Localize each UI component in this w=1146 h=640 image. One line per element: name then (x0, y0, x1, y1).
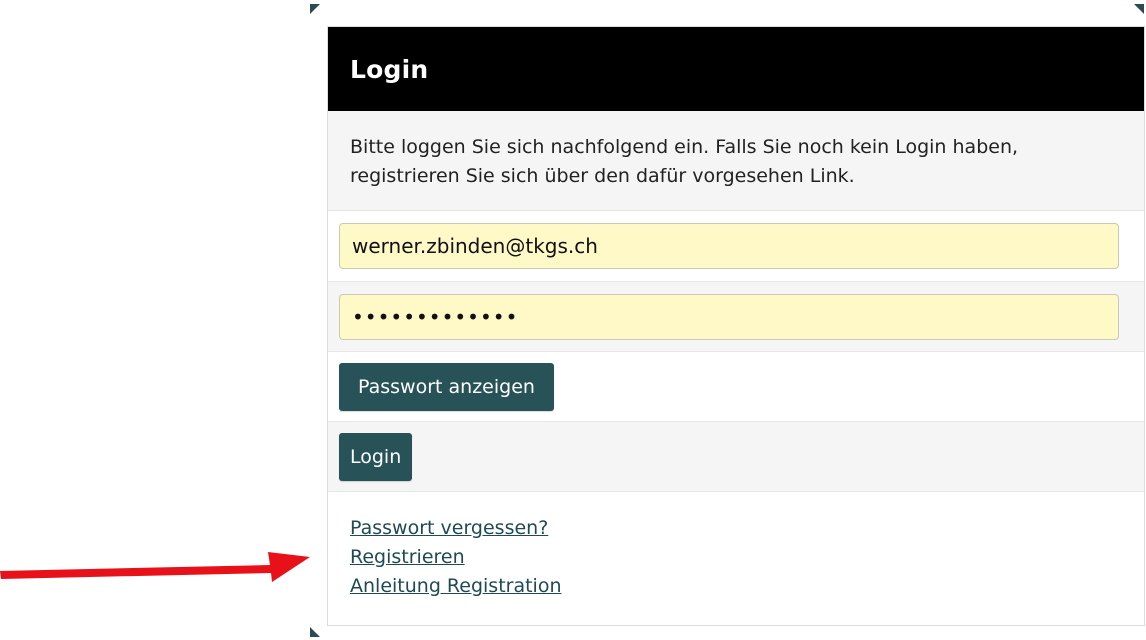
link-list: Passwort vergessen? Registrieren Anleitu… (328, 492, 1144, 623)
page: Login Bitte loggen Sie sich nachfolgend … (0, 0, 1146, 640)
corner-artifact (1134, 4, 1144, 14)
show-password-row: Passwort anzeigen (328, 352, 1144, 422)
login-button[interactable]: Login (339, 433, 413, 481)
registration-guide-link[interactable]: Anleitung Registration (350, 572, 562, 601)
login-panel: Login Bitte loggen Sie sich nachfolgend … (327, 26, 1145, 626)
login-button-row: Login (328, 422, 1144, 492)
password-field[interactable] (339, 294, 1119, 340)
corner-artifact (310, 4, 320, 14)
show-password-button[interactable]: Passwort anzeigen (339, 363, 554, 411)
corner-artifact (310, 627, 320, 637)
login-header: Login (328, 27, 1144, 111)
register-link[interactable]: Registrieren (350, 543, 465, 572)
intro-text: Bitte loggen Sie sich nachfolgend ein. F… (350, 136, 1019, 187)
forgot-password-link[interactable]: Passwort vergessen? (350, 514, 548, 543)
password-row (328, 282, 1144, 352)
login-title: Login (350, 54, 429, 84)
login-intro: Bitte loggen Sie sich nachfolgend ein. F… (328, 111, 1144, 211)
arrow-right-icon (0, 552, 310, 582)
email-row (328, 211, 1144, 282)
email-field[interactable] (339, 223, 1119, 269)
